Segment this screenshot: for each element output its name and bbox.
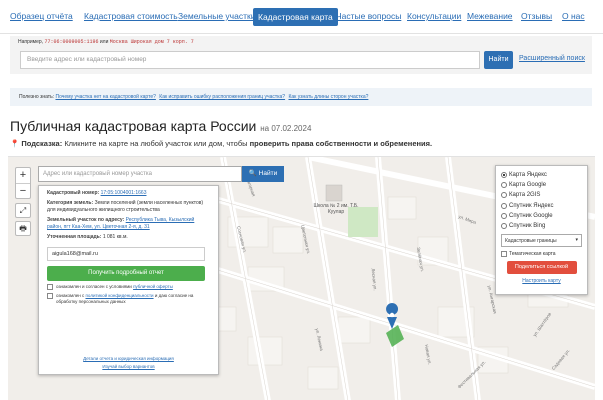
search-input[interactable]: Введите адрес или кадастровый номер xyxy=(20,51,480,69)
thematic-map-row: Тематическая карта xyxy=(501,251,582,258)
layer-option-bing-satellite[interactable]: Спутник Bing xyxy=(501,221,582,231)
radio-button[interactable] xyxy=(501,212,507,219)
layer-option-yandex-satellite[interactable]: Спутник Яндекс xyxy=(501,201,582,211)
plot-info-panel: Кадастровый номер: 17:05:1004001:1663 Ка… xyxy=(38,185,219,375)
nav-about[interactable]: О нас xyxy=(562,11,585,21)
nav-surveying[interactable]: Межевание xyxy=(467,11,513,21)
advanced-search-link[interactable]: Расширенный поиск xyxy=(519,55,585,62)
nav-cadastral-map[interactable]: Кадастровая карта xyxy=(253,8,338,26)
map-search-input[interactable]: Адрес или кадастровый номер участка xyxy=(38,166,242,182)
expand-icon[interactable]: ⤢ xyxy=(15,203,31,218)
address-row: Земельный участок по адресу: Республика … xyxy=(47,217,195,230)
privacy-link[interactable]: политикой конфиденциальности xyxy=(86,293,154,298)
radio-button[interactable] xyxy=(501,172,507,179)
map-pin-icon: 📍 xyxy=(10,139,20,148)
offer-checkbox-row: ознакомлен и согласен с условиями публич… xyxy=(47,284,210,290)
chevron-down-icon: ▾ xyxy=(575,237,578,244)
search-icon: 🔍 xyxy=(248,170,257,177)
cad-number-link[interactable]: 17:05:1004001:1663 xyxy=(101,190,147,196)
zoom-out-button[interactable]: − xyxy=(16,183,30,198)
nav-consultations[interactable]: Консультации xyxy=(407,11,461,21)
map-search-button[interactable]: 🔍 Найти xyxy=(242,166,284,182)
school-building xyxy=(325,184,343,202)
zoom-control: + − xyxy=(15,167,31,199)
offer-link[interactable]: публичной оферты xyxy=(133,284,173,289)
page-title: Публичная кадастровая карта России на 07… xyxy=(10,118,311,134)
map-layers-panel: Карта Яндекс Карта Google Карта 2GIS Спу… xyxy=(495,165,588,295)
share-link-button[interactable]: Поделиться ссылкой xyxy=(506,261,577,275)
thematic-map-checkbox[interactable] xyxy=(501,251,507,258)
nav-cadastral-value[interactable]: Кадастровая стоимость xyxy=(84,11,178,21)
useful-label: Полезно знать: xyxy=(19,94,55,100)
details-link-row: Детали отчета и юридическая информация xyxy=(39,356,218,361)
search-example: Например, 77:06:0009005:1196 или Москва … xyxy=(18,39,194,45)
useful-link-side-lengths[interactable]: Как узнать длины сторон участка? xyxy=(288,94,368,100)
email-field[interactable]: aigula168@mail.ru xyxy=(47,247,205,261)
privacy-checkbox[interactable] xyxy=(47,293,53,299)
layer-option-google-map[interactable]: Карта Google xyxy=(501,180,582,190)
zoom-in-button[interactable]: + xyxy=(16,168,30,183)
layer-option-2gis-map[interactable]: Карта 2GIS xyxy=(501,190,582,200)
area-row: Уточненная площадь: 1 081 кв.м. xyxy=(47,234,128,240)
nav-land-plots[interactable]: Земельные участки xyxy=(178,11,255,21)
cadastral-map[interactable]: Школа № 2 им. Т.Б. Куулар ул. Нагорная Ц… xyxy=(8,156,595,400)
search-button[interactable]: Найти xyxy=(484,51,513,69)
boundaries-select[interactable]: Кадастровые границы ▾ xyxy=(501,234,582,248)
nav-reviews[interactable]: Отзывы xyxy=(521,11,552,21)
nav-faq[interactable]: Частые вопросы xyxy=(336,11,401,21)
useful-link-missing-plot[interactable]: Почему участка нет на кадастровой карте? xyxy=(55,94,155,100)
hint-line: 📍 Подсказка: Кликните на карте на любой у… xyxy=(10,139,433,148)
cad-number-row: Кадастровый номер: 17:05:1004001:1663 xyxy=(47,190,147,196)
variants-link-row: Изучай выбор вариантов xyxy=(39,364,218,369)
configure-map-link[interactable]: Настроить карту xyxy=(501,278,582,284)
get-report-button[interactable]: Получить подробный отчет xyxy=(47,266,205,281)
details-link[interactable]: Детали отчета и юридическая информация xyxy=(83,356,174,361)
radio-button[interactable] xyxy=(501,223,507,230)
layer-option-yandex-map[interactable]: Карта Яндекс xyxy=(501,170,582,180)
privacy-checkbox-row: ознакомлен с политикой конфиденциальност… xyxy=(47,293,210,305)
category-row: Категория земель: Земли поселений (земли… xyxy=(47,200,204,213)
useful-links-bar: Полезно знать: Почему участка нет на кад… xyxy=(10,88,592,106)
school-label: Школа № 2 им. Т.Б. Куулар xyxy=(313,203,359,215)
page-date: на 07.02.2024 xyxy=(260,124,312,133)
print-icon[interactable]: 🖶 xyxy=(15,221,31,236)
top-navigation: Образец отчёта Кадастровая стоимость Зем… xyxy=(0,0,603,34)
useful-link-fix-boundary[interactable]: Как исправить ошибку расположения границ… xyxy=(159,94,285,100)
search-panel: Например, 77:06:0009005:1196 или Москва … xyxy=(10,36,592,74)
radio-button[interactable] xyxy=(501,192,507,199)
offer-checkbox[interactable] xyxy=(47,284,53,290)
variants-link[interactable]: Изучай выбор вариантов xyxy=(102,364,154,369)
layer-option-google-satellite[interactable]: Спутник Google xyxy=(501,211,582,221)
radio-button[interactable] xyxy=(501,202,507,209)
page-title-text: Публичная кадастровая карта России xyxy=(10,118,257,134)
radio-button[interactable] xyxy=(501,182,507,189)
nav-sample-report[interactable]: Образец отчёта xyxy=(10,11,73,21)
